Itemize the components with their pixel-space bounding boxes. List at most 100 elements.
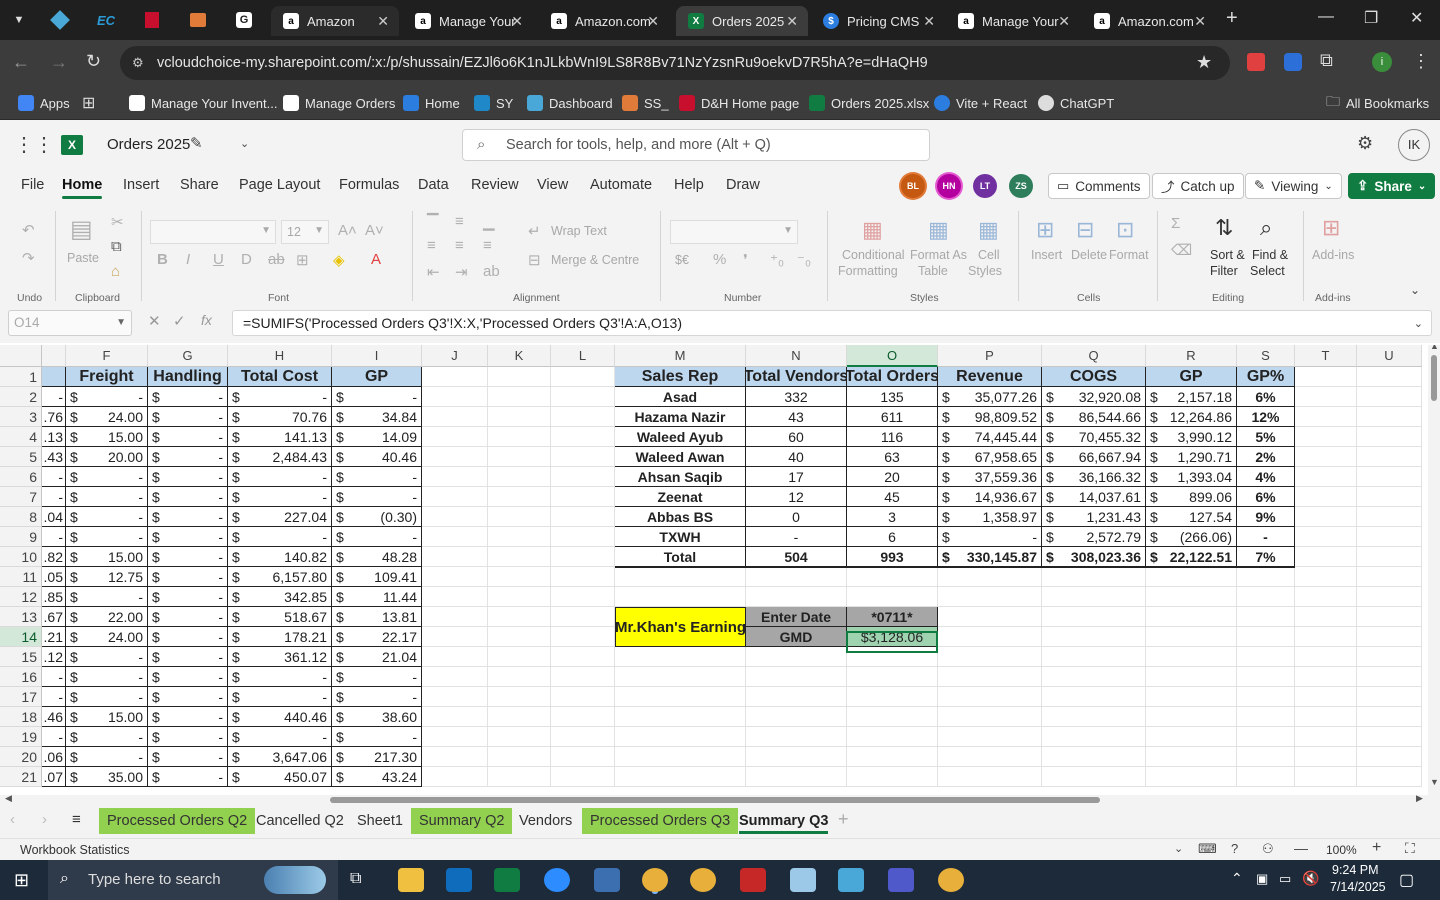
summary-total-vendors[interactable]: 0: [746, 507, 847, 527]
grid-cell[interactable]: [1357, 647, 1422, 667]
grid-cell[interactable]: [1146, 767, 1237, 787]
grid-cell[interactable]: [847, 587, 938, 607]
double-underline-icon[interactable]: D: [241, 251, 252, 268]
grid-cell[interactable]: [615, 567, 746, 587]
vertical-scroll-thumb[interactable]: [1431, 355, 1437, 401]
grid-cell[interactable]: [422, 647, 488, 667]
left-table-cell-gp[interactable]: $11.44: [332, 587, 422, 607]
left-table-cell-freight[interactable]: $ -: [66, 667, 148, 687]
grid-cell[interactable]: [488, 547, 551, 567]
summary-sales-rep[interactable]: Total: [615, 547, 746, 567]
chevron-down-icon[interactable]: ⌄: [240, 137, 249, 150]
column-header-F[interactable]: F: [66, 345, 148, 367]
summary-gp-percent[interactable]: 5%: [1237, 427, 1295, 447]
grid-cell[interactable]: [1237, 767, 1295, 787]
sheet-tab-summary-q2[interactable]: Summary Q2: [411, 808, 513, 834]
insert-cells-button[interactable]: Insert: [1031, 248, 1062, 262]
grid-cell[interactable]: [1357, 707, 1422, 727]
tab-data[interactable]: Data: [418, 177, 449, 193]
grid-cell[interactable]: [1357, 527, 1422, 547]
left-table-cell-total-cost[interactable]: $140.82: [228, 547, 332, 567]
tab-search-button[interactable]: ▼: [6, 8, 32, 32]
windows-start-icon[interactable]: ⊞: [14, 870, 29, 891]
row-header-6[interactable]: 6: [0, 467, 42, 487]
left-table-cell-handling[interactable]: $ -: [148, 527, 228, 547]
add-ins-button[interactable]: Add-ins: [1312, 248, 1354, 262]
grid-cell[interactable]: [1295, 507, 1357, 527]
summary-gp-percent[interactable]: 6%: [1237, 387, 1295, 407]
grid-cell[interactable]: [488, 567, 551, 587]
left-table-cell-total-cost[interactable]: $ -: [228, 687, 332, 707]
grid-cell[interactable]: [488, 607, 551, 627]
find-select-button[interactable]: Find &: [1252, 248, 1288, 262]
grid-cell[interactable]: [746, 567, 847, 587]
grid-cell[interactable]: [488, 627, 551, 647]
grid-cell[interactable]: [1357, 767, 1422, 787]
notifications-icon[interactable]: ▢: [1399, 870, 1414, 890]
summary-gp-percent[interactable]: 9%: [1237, 507, 1295, 527]
grid-cell[interactable]: [422, 547, 488, 567]
help-icon[interactable]: ?: [1231, 841, 1238, 856]
summary-gp-percent[interactable]: -: [1237, 527, 1295, 547]
grid-cell[interactable]: [1295, 687, 1357, 707]
formula-input[interactable]: =SUMIFS('Processed Orders Q3'!X:X,'Proce…: [232, 310, 1432, 336]
document-title[interactable]: Orders 2025: [107, 136, 190, 153]
decrease-decimal-icon[interactable]: ⁻₀: [797, 251, 811, 269]
left-table-cell-total-cost[interactable]: $178.21: [228, 627, 332, 647]
grid-cell[interactable]: [551, 727, 615, 747]
grid-cell[interactable]: [938, 687, 1042, 707]
grid-cell[interactable]: [422, 487, 488, 507]
left-table-cell-total-cost[interactable]: $ -: [228, 387, 332, 407]
font-size-dropdown[interactable]: 12 ▼: [281, 220, 329, 244]
tab-automate[interactable]: Automate: [590, 177, 652, 193]
pinned-tab-5[interactable]: G: [231, 8, 257, 32]
summary-cogs[interactable]: $14,037.61: [1042, 487, 1146, 507]
left-table-cell-partial[interactable]: .21: [42, 627, 66, 647]
left-table-cell-freight[interactable]: $ -: [66, 467, 148, 487]
left-table-cell-total-cost[interactable]: $6,157.80: [228, 567, 332, 587]
grid-cell[interactable]: [1146, 567, 1237, 587]
grid-cell[interactable]: [1146, 687, 1237, 707]
summary-total-orders[interactable]: 116: [847, 427, 938, 447]
grid-cell[interactable]: [1357, 387, 1422, 407]
summary-total-orders[interactable]: 63: [847, 447, 938, 467]
grid-cell[interactable]: [746, 587, 847, 607]
grid-cell[interactable]: [1357, 447, 1422, 467]
minimize-icon[interactable]: —: [1318, 8, 1334, 26]
grid-cell[interactable]: [551, 487, 615, 507]
grid-cell[interactable]: [422, 387, 488, 407]
left-table-cell-total-cost[interactable]: $440.46: [228, 707, 332, 727]
summary-header-revenue[interactable]: Revenue: [938, 367, 1042, 387]
tab-file[interactable]: File: [21, 177, 44, 193]
catch-up-button[interactable]: ⤴ Catch up: [1152, 173, 1244, 199]
left-table-cell-handling[interactable]: $ -: [148, 607, 228, 627]
grid-cell[interactable]: [938, 727, 1042, 747]
forward-icon[interactable]: →: [50, 52, 68, 73]
grid-cell[interactable]: [422, 467, 488, 487]
grid-cell[interactable]: [1146, 747, 1237, 767]
row-header-1[interactable]: 1: [0, 367, 42, 387]
summary-total-vendors[interactable]: 60: [746, 427, 847, 447]
grid-cell[interactable]: [615, 747, 746, 767]
wrap-text-button[interactable]: Wrap Text: [551, 224, 607, 238]
chevron-up-icon[interactable]: ⌃: [1231, 870, 1243, 887]
clock-time[interactable]: 9:24 PM: [1332, 863, 1379, 877]
grid-cell[interactable]: [551, 747, 615, 767]
grid-cell[interactable]: [746, 707, 847, 727]
column-header-Q[interactable]: Q: [1042, 345, 1146, 367]
left-table-cell-partial[interactable]: .06: [42, 747, 66, 767]
summary-total-vendors[interactable]: -: [746, 527, 847, 547]
fullscreen-icon[interactable]: ⛶: [1405, 840, 1415, 857]
sheet-tab-processed-orders-q3[interactable]: Processed Orders Q3: [582, 808, 739, 834]
grid-cell[interactable]: [1237, 667, 1295, 687]
row-header-18[interactable]: 18: [0, 707, 42, 727]
grid-cell[interactable]: [1237, 627, 1295, 647]
left-table-header[interactable]: GP: [332, 367, 422, 387]
more-menu-icon[interactable]: ⋮: [1412, 51, 1430, 72]
grid-cell[interactable]: [1237, 587, 1295, 607]
orientation-icon[interactable]: ab: [483, 263, 500, 280]
left-table-header-partial[interactable]: [42, 367, 66, 387]
grid-cell[interactable]: [551, 767, 615, 787]
scroll-up-icon[interactable]: ▲: [1430, 345, 1439, 351]
row-header-3[interactable]: 3: [0, 407, 42, 427]
